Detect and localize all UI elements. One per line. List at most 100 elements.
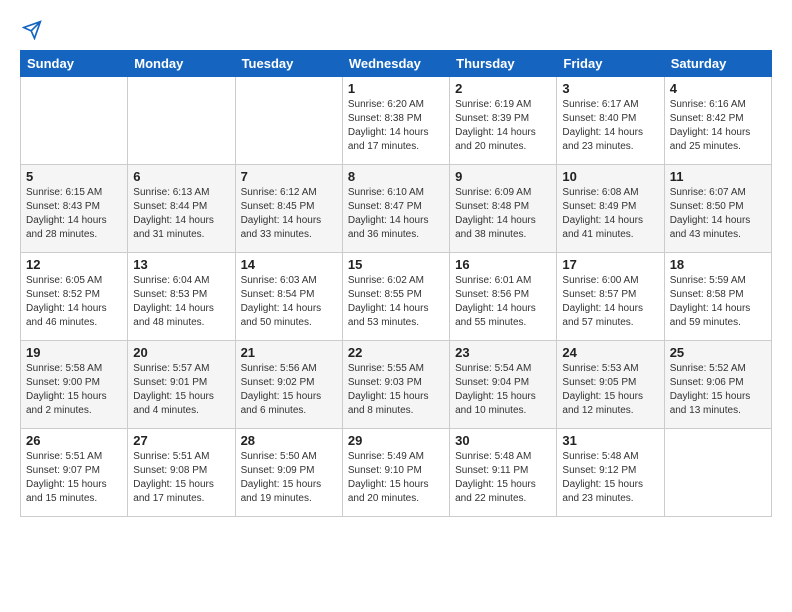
calendar-cell: 16Sunrise: 6:01 AM Sunset: 8:56 PM Dayli… — [450, 253, 557, 341]
day-number: 13 — [133, 257, 229, 272]
calendar-cell: 10 Sunrise: 6:08 AM Sunset: 8:49 PM Dayli… — [557, 165, 664, 253]
day-info: Sunrise: 5:55 AM Sunset: 9:03 PM Dayligh… — [348, 362, 444, 418]
calendar-cell — [664, 429, 771, 517]
calendar-header-sunday: Sunday — [21, 51, 128, 77]
calendar-header-saturday: Saturday — [664, 51, 771, 77]
page-header — [20, 20, 772, 40]
day-number: 8 — [348, 169, 444, 184]
calendar-header-wednesday: Wednesday — [342, 51, 449, 77]
calendar-cell — [21, 77, 128, 165]
day-info: Sunrise: 5:53 AM Sunset: 9:05 PM Dayligh… — [562, 362, 658, 418]
day-info: Sunrise: 6:15 AM Sunset: 8:43 PM Dayligh… — [26, 186, 122, 242]
calendar-header-tuesday: Tuesday — [235, 51, 342, 77]
day-info: Sunrise: 6:19 AM Sunset: 8:39 PM Dayligh… — [455, 98, 551, 154]
day-number: 1 — [348, 81, 444, 96]
day-info: Sunrise: 6:08 AM Sunset: 8:49 PM Dayligh… — [562, 186, 658, 242]
day-number: 29 — [348, 433, 444, 448]
day-number: 4 — [670, 81, 766, 96]
calendar-cell: 31 Sunrise: 5:48 AM Sunset: 9:12 PM Dayli… — [557, 429, 664, 517]
day-info: Sunrise: 6:05 AM Sunset: 8:52 PM Dayligh… — [26, 274, 122, 330]
day-number: 12 — [26, 257, 122, 272]
calendar-cell: 21 Sunrise: 5:56 AM Sunset: 9:02 PM Dayli… — [235, 341, 342, 429]
day-info: Sunrise: 5:51 AM Sunset: 9:07 PM Dayligh… — [26, 450, 122, 506]
day-info: Sunrise: 5:56 AM Sunset: 9:02 PM Dayligh… — [241, 362, 337, 418]
logo-bird-icon — [22, 20, 42, 40]
day-number: 28 — [241, 433, 337, 448]
calendar-cell: 26 Sunrise: 5:51 AM Sunset: 9:07 PM Dayli… — [21, 429, 128, 517]
calendar-cell: 18 Sunrise: 5:59 AM Sunset: 8:58 PM Dayli… — [664, 253, 771, 341]
day-number: 23 — [455, 345, 551, 360]
day-info: Sunrise: 6:04 AM Sunset: 8:53 PM Dayligh… — [133, 274, 229, 330]
calendar-week-row: 26 Sunrise: 5:51 AM Sunset: 9:07 PM Dayli… — [21, 429, 772, 517]
calendar-cell — [128, 77, 235, 165]
calendar-cell: 6 Sunrise: 6:13 AM Sunset: 8:44 PM Daylig… — [128, 165, 235, 253]
day-number: 18 — [670, 257, 766, 272]
day-info: Sunrise: 6:09 AM Sunset: 8:48 PM Dayligh… — [455, 186, 551, 242]
day-info: Sunrise: 5:59 AM Sunset: 8:58 PM Dayligh… — [670, 274, 766, 330]
day-info: Sunrise: 6:13 AM Sunset: 8:44 PM Dayligh… — [133, 186, 229, 242]
day-number: 22 — [348, 345, 444, 360]
day-info: Sunrise: 6:16 AM Sunset: 8:42 PM Dayligh… — [670, 98, 766, 154]
day-info: Sunrise: 6:03 AM Sunset: 8:54 PM Dayligh… — [241, 274, 337, 330]
calendar-cell: 14 Sunrise: 6:03 AM Sunset: 8:54 PM Dayli… — [235, 253, 342, 341]
day-number: 15 — [348, 257, 444, 272]
day-number: 31 — [562, 433, 658, 448]
calendar-cell: 11 Sunrise: 6:07 AM Sunset: 8:50 PM Dayli… — [664, 165, 771, 253]
day-number: 10 — [562, 169, 658, 184]
day-info: Sunrise: 6:10 AM Sunset: 8:47 PM Dayligh… — [348, 186, 444, 242]
day-number: 25 — [670, 345, 766, 360]
calendar-cell: 27Sunrise: 5:51 AM Sunset: 9:08 PM Dayli… — [128, 429, 235, 517]
calendar-cell: 22 Sunrise: 5:55 AM Sunset: 9:03 PM Dayli… — [342, 341, 449, 429]
day-number: 21 — [241, 345, 337, 360]
calendar-cell: 30 Sunrise: 5:48 AM Sunset: 9:11 PM Dayli… — [450, 429, 557, 517]
day-number: 7 — [241, 169, 337, 184]
calendar-cell: 29 Sunrise: 5:49 AM Sunset: 9:10 PM Dayli… — [342, 429, 449, 517]
day-number: 6 — [133, 169, 229, 184]
day-info: Sunrise: 6:07 AM Sunset: 8:50 PM Dayligh… — [670, 186, 766, 242]
day-number: 30 — [455, 433, 551, 448]
calendar-cell: 25 Sunrise: 5:52 AM Sunset: 9:06 PM Dayli… — [664, 341, 771, 429]
day-number: 19 — [26, 345, 122, 360]
day-number: 9 — [455, 169, 551, 184]
day-info: Sunrise: 6:20 AM Sunset: 8:38 PM Dayligh… — [348, 98, 444, 154]
day-info: Sunrise: 5:48 AM Sunset: 9:11 PM Dayligh… — [455, 450, 551, 506]
calendar-cell: 1 Sunrise: 6:20 AM Sunset: 8:38 PM Daylig… — [342, 77, 449, 165]
day-info: Sunrise: 6:01 AM Sunset: 8:56 PM Dayligh… — [455, 274, 551, 330]
calendar-cell: 13 Sunrise: 6:04 AM Sunset: 8:53 PM Dayli… — [128, 253, 235, 341]
day-info: Sunrise: 6:02 AM Sunset: 8:55 PM Dayligh… — [348, 274, 444, 330]
calendar-cell: 23Sunrise: 5:54 AM Sunset: 9:04 PM Dayli… — [450, 341, 557, 429]
calendar-body: 1 Sunrise: 6:20 AM Sunset: 8:38 PM Daylig… — [21, 77, 772, 517]
calendar-week-row: 19 Sunrise: 5:58 AM Sunset: 9:00 PM Dayli… — [21, 341, 772, 429]
day-number: 3 — [562, 81, 658, 96]
calendar-cell: 4 Sunrise: 6:16 AM Sunset: 8:42 PM Daylig… — [664, 77, 771, 165]
day-info: Sunrise: 5:48 AM Sunset: 9:12 PM Dayligh… — [562, 450, 658, 506]
calendar-cell: 2Sunrise: 6:19 AM Sunset: 8:39 PM Daylig… — [450, 77, 557, 165]
day-number: 14 — [241, 257, 337, 272]
calendar-header-row: SundayMondayTuesdayWednesdayThursdayFrid… — [21, 51, 772, 77]
calendar-cell: 15 Sunrise: 6:02 AM Sunset: 8:55 PM Dayli… — [342, 253, 449, 341]
calendar-header-monday: Monday — [128, 51, 235, 77]
day-info: Sunrise: 5:58 AM Sunset: 9:00 PM Dayligh… — [26, 362, 122, 418]
calendar-cell: 7 Sunrise: 6:12 AM Sunset: 8:45 PM Daylig… — [235, 165, 342, 253]
calendar-table: SundayMondayTuesdayWednesdayThursdayFrid… — [20, 50, 772, 517]
day-info: Sunrise: 5:52 AM Sunset: 9:06 PM Dayligh… — [670, 362, 766, 418]
calendar-cell: 19 Sunrise: 5:58 AM Sunset: 9:00 PM Dayli… — [21, 341, 128, 429]
calendar-cell: 3Sunrise: 6:17 AM Sunset: 8:40 PM Daylig… — [557, 77, 664, 165]
day-info: Sunrise: 6:12 AM Sunset: 8:45 PM Dayligh… — [241, 186, 337, 242]
calendar-cell: 17Sunrise: 6:00 AM Sunset: 8:57 PM Dayli… — [557, 253, 664, 341]
calendar-week-row: 5 Sunrise: 6:15 AM Sunset: 8:43 PM Daylig… — [21, 165, 772, 253]
day-info: Sunrise: 6:00 AM Sunset: 8:57 PM Dayligh… — [562, 274, 658, 330]
day-info: Sunrise: 5:49 AM Sunset: 9:10 PM Dayligh… — [348, 450, 444, 506]
calendar-cell — [235, 77, 342, 165]
logo — [20, 20, 42, 40]
day-number: 5 — [26, 169, 122, 184]
calendar-cell: 9 Sunrise: 6:09 AM Sunset: 8:48 PM Daylig… — [450, 165, 557, 253]
calendar-header-friday: Friday — [557, 51, 664, 77]
day-number: 11 — [670, 169, 766, 184]
day-number: 26 — [26, 433, 122, 448]
calendar-week-row: 1 Sunrise: 6:20 AM Sunset: 8:38 PM Daylig… — [21, 77, 772, 165]
day-info: Sunrise: 5:51 AM Sunset: 9:08 PM Dayligh… — [133, 450, 229, 506]
calendar-cell: 24 Sunrise: 5:53 AM Sunset: 9:05 PM Dayli… — [557, 341, 664, 429]
calendar-cell: 28Sunrise: 5:50 AM Sunset: 9:09 PM Dayli… — [235, 429, 342, 517]
day-number: 24 — [562, 345, 658, 360]
